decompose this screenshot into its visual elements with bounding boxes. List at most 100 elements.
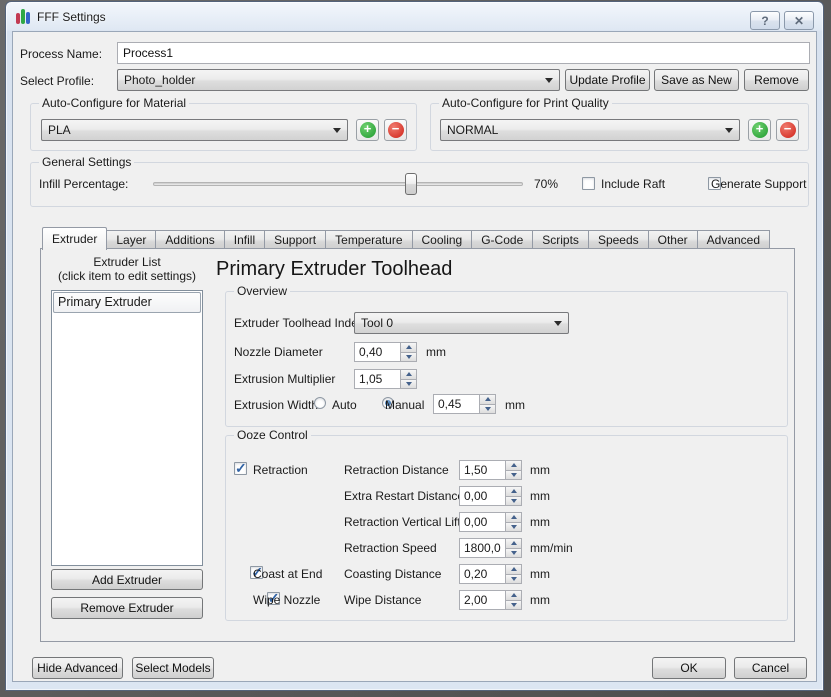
- retraction-vertical-lift-unit: mm: [530, 515, 550, 529]
- nozzle-diameter-value[interactable]: 0,40: [354, 342, 401, 362]
- help-button[interactable]: ?: [750, 11, 780, 30]
- spin-down-button[interactable]: [506, 549, 522, 559]
- extra-restart-distance-label: Extra Restart Distance: [344, 489, 464, 503]
- coasting-distance-unit: mm: [530, 567, 550, 581]
- cancel-button[interactable]: Cancel: [734, 657, 807, 679]
- include-raft-checkbox[interactable]: [582, 177, 595, 190]
- retraction-checkbox[interactable]: [234, 462, 247, 475]
- wipe-distance-spinner[interactable]: 2,00: [459, 590, 522, 610]
- ooze-control-group: Ooze Control Retraction Retraction Dista…: [225, 435, 788, 621]
- tab-temperature[interactable]: Temperature: [326, 230, 412, 249]
- tab-speeds[interactable]: Speeds: [589, 230, 649, 249]
- retraction-distance-value[interactable]: 1,50: [459, 460, 506, 480]
- extrusion-width-value[interactable]: 0,45: [433, 394, 480, 414]
- spin-up-button[interactable]: [401, 369, 417, 380]
- infill-slider-handle[interactable]: [405, 173, 417, 195]
- update-profile-button[interactable]: Update Profile: [565, 69, 650, 91]
- tab-support[interactable]: Support: [265, 230, 326, 249]
- select-models-button[interactable]: Select Models: [132, 657, 214, 679]
- tab-additions[interactable]: Additions: [156, 230, 224, 249]
- save-as-new-button[interactable]: Save as New: [654, 69, 739, 91]
- extrusion-multiplier-spinner[interactable]: 1,05: [354, 369, 417, 389]
- remove-quality-button[interactable]: −: [776, 119, 799, 141]
- spin-up-button[interactable]: [480, 394, 496, 405]
- hide-advanced-button[interactable]: Hide Advanced: [32, 657, 123, 679]
- tab-scripts[interactable]: Scripts: [533, 230, 589, 249]
- add-material-button[interactable]: +: [356, 119, 379, 141]
- extrusion-width-auto-radio[interactable]: [314, 397, 326, 409]
- retraction-vertical-lift-spinner[interactable]: 0,00: [459, 512, 522, 532]
- tab-extruder[interactable]: Extruder: [42, 227, 107, 250]
- wipe-distance-value[interactable]: 2,00: [459, 590, 506, 610]
- extra-restart-distance-unit: mm: [530, 489, 550, 503]
- spin-up-button[interactable]: [506, 538, 522, 549]
- minus-icon: −: [780, 122, 796, 138]
- titlebar[interactable]: FFF Settings ? ✕: [6, 2, 823, 31]
- extrusion-width-auto-label: Auto: [332, 398, 357, 412]
- coasting-distance-spinner[interactable]: 0,20: [459, 564, 522, 584]
- coasting-distance-label: Coasting Distance: [344, 567, 441, 581]
- extrusion-width-spinner[interactable]: 0,45: [433, 394, 496, 414]
- process-name-input[interactable]: [117, 42, 810, 64]
- coast-at-end-label: Coast at End: [253, 567, 322, 581]
- extrusion-width-label: Extrusion Width: [234, 398, 318, 412]
- profile-select[interactable]: Photo_holder: [117, 69, 560, 91]
- spin-down-button[interactable]: [506, 497, 522, 507]
- spin-up-button[interactable]: [506, 460, 522, 471]
- infill-slider[interactable]: [153, 182, 523, 186]
- toolhead-index-select[interactable]: Tool 0: [354, 312, 569, 334]
- spin-up-button[interactable]: [401, 342, 417, 353]
- plus-icon: +: [360, 122, 376, 138]
- extruder-list[interactable]: Primary Extruder: [51, 290, 203, 566]
- process-name-label: Process Name:: [20, 47, 102, 61]
- spin-down-button[interactable]: [506, 575, 522, 585]
- dropdown-arrow-icon: [725, 128, 733, 133]
- remove-extruder-button[interactable]: Remove Extruder: [51, 597, 203, 619]
- extra-restart-distance-value[interactable]: 0,00: [459, 486, 506, 506]
- dropdown-arrow-icon: [333, 128, 341, 133]
- spin-up-button[interactable]: [506, 564, 522, 575]
- overview-group: Overview Extruder Toolhead Index Tool 0 …: [225, 291, 788, 427]
- retraction-speed-spinner[interactable]: 1800,0: [459, 538, 522, 558]
- retraction-speed-value[interactable]: 1800,0: [459, 538, 506, 558]
- spin-down-button[interactable]: [401, 353, 417, 363]
- tab-advanced[interactable]: Advanced: [698, 230, 770, 249]
- spin-down-button[interactable]: [506, 523, 522, 533]
- ok-button[interactable]: OK: [652, 657, 726, 679]
- spin-up-button[interactable]: [506, 486, 522, 497]
- tab-gcode[interactable]: G-Code: [472, 230, 533, 249]
- wipe-distance-label: Wipe Distance: [344, 593, 421, 607]
- select-profile-label: Select Profile:: [20, 74, 94, 88]
- tab-cooling[interactable]: Cooling: [413, 230, 473, 249]
- add-extruder-button[interactable]: Add Extruder: [51, 569, 203, 590]
- wipe-distance-unit: mm: [530, 593, 550, 607]
- close-button[interactable]: ✕: [784, 11, 814, 30]
- extrusion-multiplier-label: Extrusion Multiplier: [234, 372, 335, 386]
- nozzle-diameter-spinner[interactable]: 0,40: [354, 342, 417, 362]
- quality-selected-value: NORMAL: [447, 123, 725, 137]
- tab-infill[interactable]: Infill: [225, 230, 265, 249]
- spin-down-button[interactable]: [480, 405, 496, 415]
- material-select[interactable]: PLA: [41, 119, 348, 141]
- auto-material-group-label: Auto-Configure for Material: [39, 96, 189, 110]
- spin-up-button[interactable]: [506, 512, 522, 523]
- add-quality-button[interactable]: +: [748, 119, 771, 141]
- list-item-primary-extruder[interactable]: Primary Extruder: [53, 292, 201, 313]
- tab-other[interactable]: Other: [649, 230, 698, 249]
- spin-down-button[interactable]: [506, 471, 522, 481]
- coasting-distance-value[interactable]: 0,20: [459, 564, 506, 584]
- extra-restart-distance-spinner[interactable]: 0,00: [459, 486, 522, 506]
- extruder-tab-panel: Extruder List (click item to edit settin…: [40, 248, 795, 642]
- remove-profile-button[interactable]: Remove: [744, 69, 809, 91]
- spin-up-button[interactable]: [506, 590, 522, 601]
- quality-select[interactable]: NORMAL: [440, 119, 740, 141]
- toolhead-index-value: Tool 0: [361, 316, 554, 330]
- retraction-distance-spinner[interactable]: 1,50: [459, 460, 522, 480]
- spin-down-button[interactable]: [401, 380, 417, 390]
- extrusion-multiplier-value[interactable]: 1,05: [354, 369, 401, 389]
- remove-material-button[interactable]: −: [384, 119, 407, 141]
- spin-down-button[interactable]: [506, 601, 522, 611]
- generate-support-label: Generate Support: [711, 177, 806, 191]
- retraction-vertical-lift-value[interactable]: 0,00: [459, 512, 506, 532]
- tab-layer[interactable]: Layer: [107, 230, 156, 249]
